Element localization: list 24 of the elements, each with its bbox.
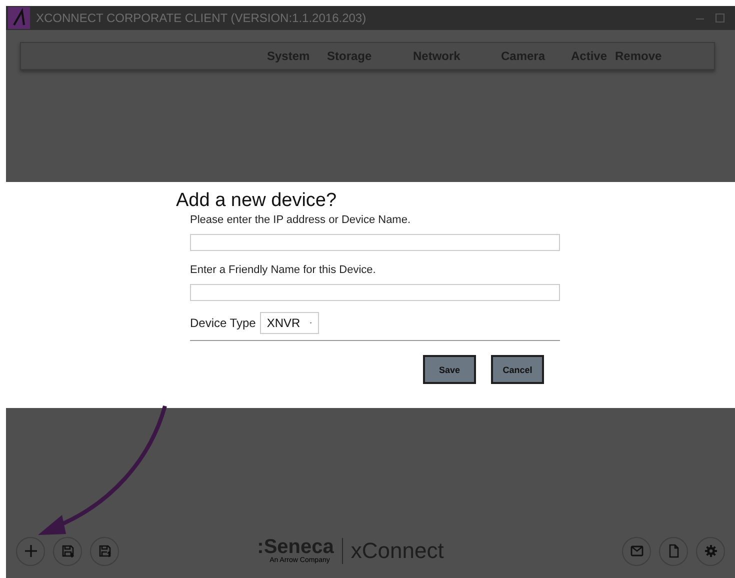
save-upload-icon bbox=[98, 544, 112, 558]
save-upload-button[interactable] bbox=[90, 536, 119, 566]
field-label: Device Type bbox=[190, 316, 256, 330]
settings-icon bbox=[704, 544, 718, 558]
document-icon bbox=[666, 544, 680, 558]
field-label: Please enter the IP address or Device Name. bbox=[190, 214, 412, 226]
add-icon bbox=[24, 544, 38, 558]
window-title: XCONNECT CORPORATE CLIENT (VERSION:1.1.2016.203) bbox=[36, 11, 368, 25]
dialog-title: Add a new device? bbox=[176, 190, 338, 212]
document-button[interactable] bbox=[659, 536, 688, 566]
mail-button[interactable] bbox=[622, 536, 651, 566]
input-field[interactable] bbox=[190, 234, 560, 251]
app-logo-icon bbox=[8, 7, 30, 29]
input-field[interactable] bbox=[190, 284, 560, 301]
field-label: Enter a Friendly Name for this Device. bbox=[190, 264, 377, 276]
maximize-icon[interactable] bbox=[713, 11, 727, 25]
save-button[interactable] bbox=[53, 536, 82, 566]
device-type-dropdown[interactable]: XNVR bbox=[260, 312, 319, 334]
settings-button[interactable] bbox=[696, 536, 725, 566]
dialog-button[interactable]: Cancel bbox=[491, 355, 544, 384]
mail-icon bbox=[630, 544, 644, 558]
save-icon bbox=[60, 544, 74, 558]
add-button[interactable] bbox=[16, 536, 45, 566]
dialog-button[interactable]: Save bbox=[423, 355, 476, 384]
